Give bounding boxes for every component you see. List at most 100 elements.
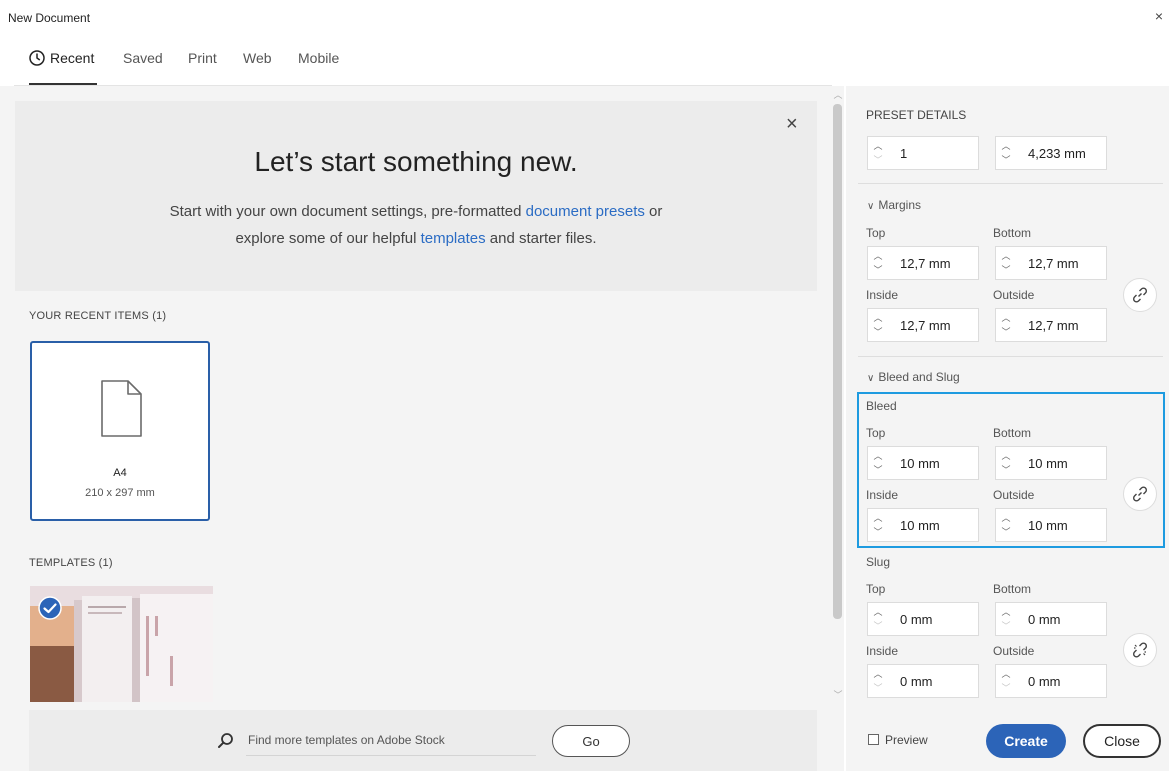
increment-icon[interactable]: ︿ bbox=[871, 667, 885, 681]
scrollbar-thumb[interactable] bbox=[833, 104, 842, 619]
decrement-icon[interactable]: ﹀ bbox=[999, 325, 1013, 339]
document-icon bbox=[101, 380, 142, 437]
banner-description: Start with your own document settings, p… bbox=[15, 198, 817, 252]
recent-item-name: A4 bbox=[113, 467, 127, 479]
increment-icon[interactable]: ︿ bbox=[871, 139, 885, 153]
increment-icon[interactable]: ︿ bbox=[999, 667, 1013, 681]
banner-text: Start with your own document settings, p… bbox=[169, 203, 526, 220]
margin-top-field[interactable]: ︿ ﹀ 12,7 mm bbox=[867, 246, 979, 280]
decrement-icon[interactable]: ﹀ bbox=[871, 463, 885, 477]
margin-top-label: Top bbox=[866, 226, 886, 240]
margin-bottom-field[interactable]: ︿ ﹀ 12,7 mm bbox=[995, 246, 1107, 280]
recent-items-heading: YOUR RECENT ITEMS (1) bbox=[29, 310, 166, 322]
bleed-slug-toggle[interactable]: ∨ Bleed and Slug bbox=[867, 370, 960, 384]
decrement-icon[interactable]: ﹀ bbox=[871, 325, 885, 339]
decrement-icon[interactable]: ﹀ bbox=[999, 681, 1013, 695]
banner-close-icon[interactable]: × bbox=[786, 113, 798, 136]
decrement-icon[interactable]: ﹀ bbox=[871, 619, 885, 633]
scroll-up-icon[interactable]: ︿ bbox=[832, 88, 844, 101]
increment-icon[interactable]: ︿ bbox=[999, 139, 1013, 153]
increment-icon[interactable]: ︿ bbox=[999, 605, 1013, 619]
increment-icon[interactable]: ︿ bbox=[871, 449, 885, 463]
window-title: New Document bbox=[8, 11, 91, 25]
bleed-outside-field[interactable]: ︿ ﹀ 10 mm bbox=[995, 508, 1107, 542]
tab-mobile[interactable]: Mobile bbox=[298, 50, 339, 66]
bleed-inside-label: Inside bbox=[866, 488, 899, 502]
search-icon bbox=[218, 733, 233, 748]
chevron-down-icon: ∨ bbox=[867, 201, 875, 212]
slug-bottom-value: 0 mm bbox=[1028, 612, 1061, 627]
increment-icon[interactable]: ︿ bbox=[999, 511, 1013, 525]
increment-icon[interactable]: ︿ bbox=[871, 311, 885, 325]
margins-heading: Margins bbox=[878, 198, 922, 212]
decrement-icon[interactable]: ﹀ bbox=[871, 525, 885, 539]
banner-text: explore some of our helpful bbox=[235, 230, 421, 247]
bleed-inside-field[interactable]: ︿ ﹀ 10 mm bbox=[867, 508, 979, 542]
document-presets-link[interactable]: document presets bbox=[526, 203, 645, 220]
slug-inside-field[interactable]: ︿ ﹀ 0 mm bbox=[867, 664, 979, 698]
tab-saved[interactable]: Saved bbox=[123, 50, 163, 66]
decrement-icon[interactable]: ﹀ bbox=[871, 263, 885, 277]
search-underline bbox=[246, 755, 536, 756]
link-margins-button[interactable] bbox=[1123, 278, 1157, 312]
preview-checkbox[interactable] bbox=[868, 734, 879, 745]
templates-link[interactable]: templates bbox=[421, 230, 486, 247]
tab-print[interactable]: Print bbox=[188, 50, 217, 66]
stock-search-input[interactable]: Find more templates on Adobe Stock bbox=[248, 733, 445, 747]
slug-inside-value: 0 mm bbox=[900, 674, 933, 689]
decrement-icon[interactable]: ﹀ bbox=[871, 153, 885, 167]
slug-inside-label: Inside bbox=[866, 644, 899, 658]
link-bleed-button[interactable] bbox=[1123, 477, 1157, 511]
gutter-field[interactable]: ︿ ﹀ 4,233 mm bbox=[995, 136, 1107, 170]
margin-inside-label: Inside bbox=[866, 288, 899, 302]
decrement-icon[interactable]: ﹀ bbox=[999, 263, 1013, 277]
tab-recent-label: Recent bbox=[50, 50, 95, 66]
margin-inside-value: 12,7 mm bbox=[900, 318, 951, 333]
decrement-icon[interactable]: ﹀ bbox=[999, 619, 1013, 633]
pages-value: 1 bbox=[900, 146, 908, 161]
margin-outside-field[interactable]: ︿ ﹀ 12,7 mm bbox=[995, 308, 1107, 342]
increment-icon[interactable]: ︿ bbox=[871, 249, 885, 263]
increment-icon[interactable]: ︿ bbox=[871, 511, 885, 525]
margin-outside-label: Outside bbox=[993, 288, 1035, 302]
increment-icon[interactable]: ︿ bbox=[999, 311, 1013, 325]
banner-title: Let’s start something new. bbox=[254, 146, 578, 177]
bleed-bottom-value: 10 mm bbox=[1028, 456, 1068, 471]
slug-top-field[interactable]: ︿ ﹀ 0 mm bbox=[867, 602, 979, 636]
margin-inside-field[interactable]: ︿ ﹀ 12,7 mm bbox=[867, 308, 979, 342]
margin-top-value: 12,7 mm bbox=[900, 256, 951, 271]
slug-outside-field[interactable]: ︿ ﹀ 0 mm bbox=[995, 664, 1107, 698]
decrement-icon[interactable]: ﹀ bbox=[871, 681, 885, 695]
increment-icon[interactable]: ︿ bbox=[999, 249, 1013, 263]
preset-details-heading: PRESET DETAILS bbox=[866, 108, 967, 122]
bleed-label: Bleed bbox=[866, 399, 897, 413]
decrement-icon[interactable]: ﹀ bbox=[999, 463, 1013, 477]
bleed-slug-heading: Bleed and Slug bbox=[878, 370, 960, 384]
pages-field[interactable]: ︿ ﹀ 1 bbox=[867, 136, 979, 170]
chain-link-icon bbox=[1132, 287, 1148, 303]
margin-outside-value: 12,7 mm bbox=[1028, 318, 1079, 333]
window-close-icon[interactable]: × bbox=[1155, 8, 1163, 24]
tab-web[interactable]: Web bbox=[243, 50, 272, 66]
slug-bottom-field[interactable]: ︿ ﹀ 0 mm bbox=[995, 602, 1107, 636]
increment-icon[interactable]: ︿ bbox=[871, 605, 885, 619]
welcome-banner bbox=[15, 101, 817, 291]
slug-bottom-label: Bottom bbox=[993, 582, 1032, 596]
scroll-down-icon[interactable]: ﹀ bbox=[832, 688, 844, 701]
recent-items-count: (1) bbox=[152, 310, 167, 322]
margin-bottom-label: Bottom bbox=[993, 226, 1032, 240]
margins-toggle[interactable]: ∨ Margins bbox=[867, 198, 921, 212]
link-slug-button[interactable] bbox=[1123, 633, 1157, 667]
decrement-icon[interactable]: ﹀ bbox=[999, 525, 1013, 539]
decrement-icon[interactable]: ﹀ bbox=[999, 153, 1013, 167]
preview-label: Preview bbox=[885, 733, 928, 747]
close-button[interactable]: Close bbox=[1083, 724, 1161, 758]
tab-recent[interactable]: Recent bbox=[29, 50, 94, 66]
slug-outside-label: Outside bbox=[993, 644, 1035, 658]
go-button[interactable]: Go bbox=[552, 725, 630, 757]
create-button[interactable]: Create bbox=[986, 724, 1066, 758]
bleed-outside-label: Outside bbox=[993, 488, 1035, 502]
bleed-top-field[interactable]: ︿ ﹀ 10 mm bbox=[867, 446, 979, 480]
bleed-bottom-field[interactable]: ︿ ﹀ 10 mm bbox=[995, 446, 1107, 480]
increment-icon[interactable]: ︿ bbox=[999, 449, 1013, 463]
